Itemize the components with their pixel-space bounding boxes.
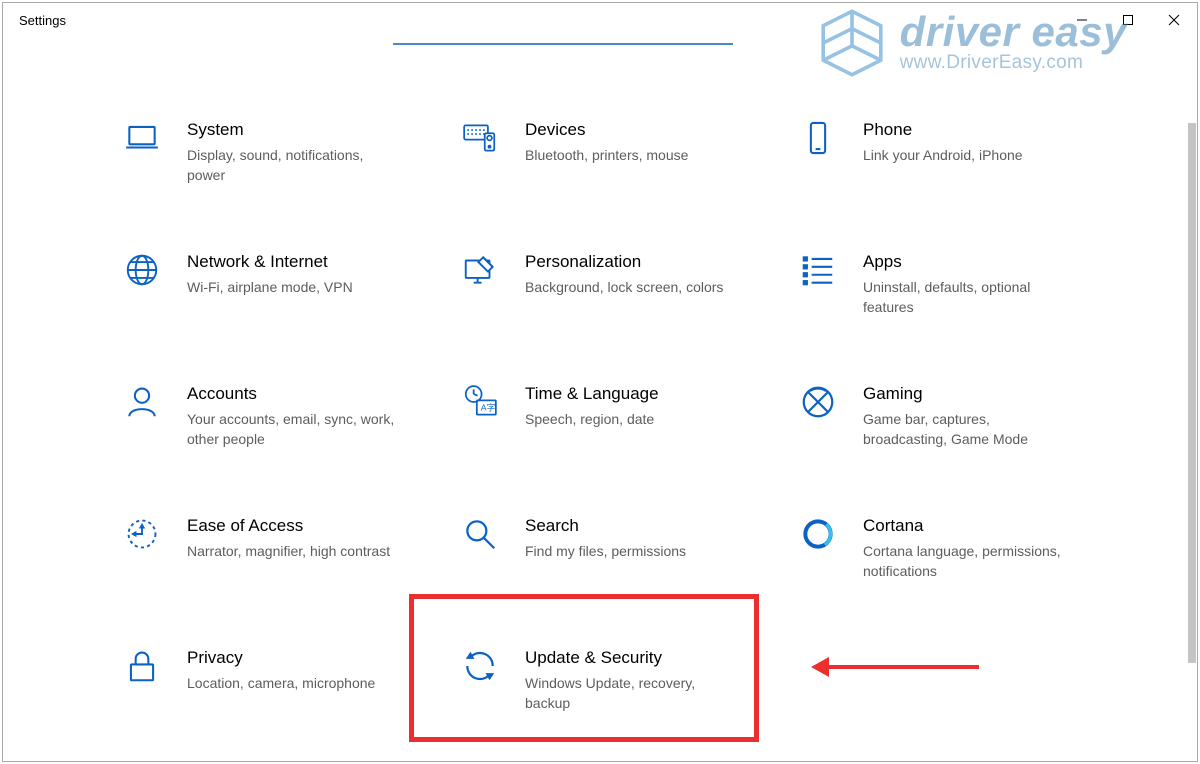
time-language-icon: A字	[461, 383, 499, 421]
tile-title: Cortana	[863, 515, 1073, 537]
tile-subtitle: Narrator, magnifier, high contrast	[187, 541, 390, 561]
search-icon	[461, 515, 499, 553]
tile-subtitle: Wi-Fi, airplane mode, VPN	[187, 277, 353, 297]
settings-window: Settings System	[2, 2, 1198, 762]
tile-phone[interactable]: Phone Link your Android, iPhone	[799, 113, 1137, 245]
ease-of-access-icon	[123, 515, 161, 553]
sync-update-icon	[461, 647, 499, 685]
laptop-icon	[123, 119, 161, 157]
tile-subtitle: Windows Update, recovery, backup	[525, 673, 735, 713]
lock-icon	[123, 647, 161, 685]
tile-search[interactable]: Search Find my files, permissions	[461, 509, 799, 641]
tile-subtitle: Your accounts, email, sync, work, other …	[187, 409, 397, 449]
tile-title: Apps	[863, 251, 1073, 273]
apps-list-icon	[799, 251, 837, 289]
tile-title: System	[187, 119, 397, 141]
tile-system[interactable]: System Display, sound, notifications, po…	[123, 113, 461, 245]
tile-title: Privacy	[187, 647, 375, 669]
tile-subtitle: Location, camera, microphone	[187, 673, 375, 693]
tile-subtitle: Display, sound, notifications, power	[187, 145, 397, 185]
tile-update-security[interactable]: Update & Security Windows Update, recove…	[461, 641, 799, 764]
tile-title: Gaming	[863, 383, 1073, 405]
tile-subtitle: Find my files, permissions	[525, 541, 686, 561]
paint-icon	[461, 251, 499, 289]
minimize-button[interactable]	[1059, 3, 1105, 37]
tile-gaming[interactable]: Gaming Game bar, captures, broadcasting,…	[799, 377, 1137, 509]
tile-title: Devices	[525, 119, 688, 141]
tile-title: Update & Security	[525, 647, 735, 669]
xbox-icon	[799, 383, 837, 421]
tile-time-language[interactable]: A字 Time & Language Speech, region, date	[461, 377, 799, 509]
tile-subtitle: Bluetooth, printers, mouse	[525, 145, 688, 165]
close-button[interactable]	[1151, 3, 1197, 37]
tile-subtitle: Game bar, captures, broadcasting, Game M…	[863, 409, 1073, 449]
scrollbar-thumb[interactable]	[1188, 123, 1196, 663]
tile-title: Accounts	[187, 383, 397, 405]
keyboard-devices-icon	[461, 119, 499, 157]
tile-subtitle: Uninstall, defaults, optional features	[863, 277, 1073, 317]
settings-categories: System Display, sound, notifications, po…	[123, 113, 1177, 755]
window-controls	[1059, 3, 1197, 37]
tile-apps[interactable]: Apps Uninstall, defaults, optional featu…	[799, 245, 1137, 377]
svg-text:A字: A字	[481, 402, 496, 413]
tile-subtitle: Speech, region, date	[525, 409, 659, 429]
tile-title: Personalization	[525, 251, 723, 273]
tile-subtitle: Link your Android, iPhone	[863, 145, 1023, 165]
globe-icon	[123, 251, 161, 289]
tile-title: Time & Language	[525, 383, 659, 405]
scrollbar[interactable]	[1188, 123, 1196, 755]
tile-title: Phone	[863, 119, 1023, 141]
person-icon	[123, 383, 161, 421]
watermark-url: www.DriverEasy.com	[900, 52, 1127, 74]
titlebar: Settings	[3, 3, 1197, 37]
tile-accounts[interactable]: Accounts Your accounts, email, sync, wor…	[123, 377, 461, 509]
tile-personalization[interactable]: Personalization Background, lock screen,…	[461, 245, 799, 377]
tile-devices[interactable]: Devices Bluetooth, printers, mouse	[461, 113, 799, 245]
search-field-underline[interactable]	[393, 43, 733, 45]
phone-icon	[799, 119, 837, 157]
tile-subtitle: Cortana language, permissions, notificat…	[863, 541, 1073, 581]
cortana-icon	[799, 515, 837, 553]
tile-privacy[interactable]: Privacy Location, camera, microphone	[123, 641, 461, 764]
tile-ease-of-access[interactable]: Ease of Access Narrator, magnifier, high…	[123, 509, 461, 641]
maximize-button[interactable]	[1105, 3, 1151, 37]
tile-title: Network & Internet	[187, 251, 353, 273]
tile-title: Ease of Access	[187, 515, 390, 537]
tile-title: Search	[525, 515, 686, 537]
tile-network[interactable]: Network & Internet Wi-Fi, airplane mode,…	[123, 245, 461, 377]
tile-subtitle: Background, lock screen, colors	[525, 277, 723, 297]
window-title: Settings	[19, 13, 66, 28]
tile-cortana[interactable]: Cortana Cortana language, permissions, n…	[799, 509, 1137, 641]
